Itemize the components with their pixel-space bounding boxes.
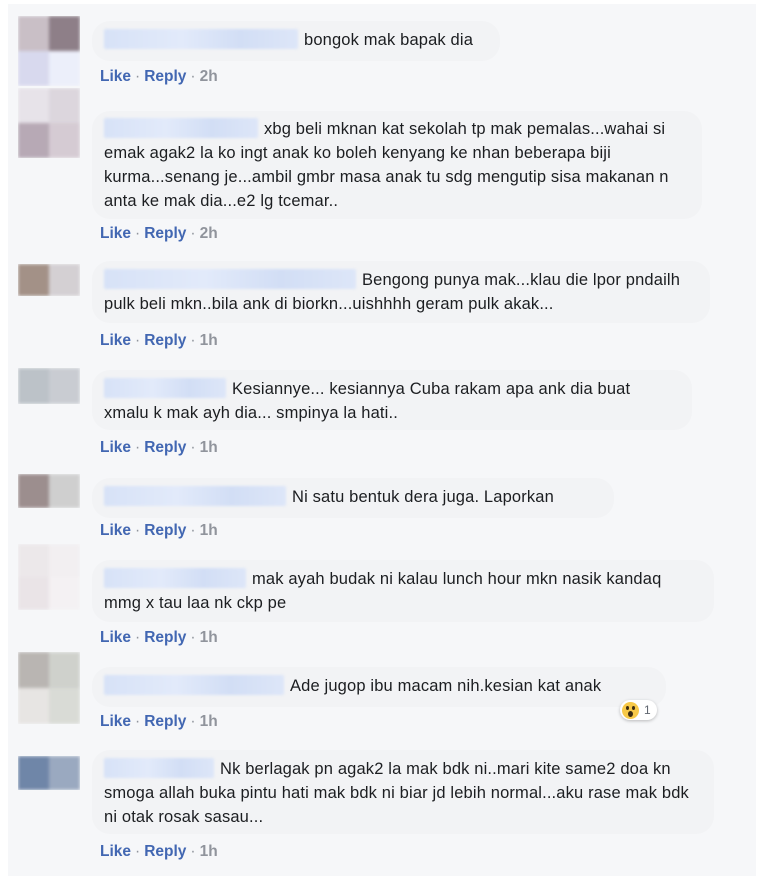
like-link[interactable]: Like: [100, 522, 131, 539]
timestamp[interactable]: 2h: [200, 225, 218, 242]
comment-bubble: xbg beli mknan kat sekolah tp mak pemala…: [92, 111, 702, 219]
comment-bubble: mak ayah budak ni kalau lunch hour mkn n…: [92, 560, 714, 622]
separator-dot: ·: [135, 629, 141, 646]
commenter-name[interactable]: [104, 378, 226, 398]
like-link[interactable]: Like: [100, 332, 131, 349]
avatar[interactable]: [18, 544, 80, 610]
like-link[interactable]: Like: [100, 225, 131, 242]
reply-link[interactable]: Reply: [144, 225, 186, 242]
separator-dot: ·: [190, 713, 196, 730]
separator-dot: ·: [190, 332, 196, 349]
avatar[interactable]: [18, 264, 80, 296]
avatar[interactable]: [18, 16, 80, 86]
timestamp[interactable]: 1h: [200, 332, 218, 349]
separator-dot: ·: [135, 68, 141, 85]
timestamp[interactable]: 1h: [200, 629, 218, 646]
separator-dot: ·: [135, 332, 141, 349]
avatar[interactable]: [18, 756, 80, 790]
comment-text: Ni satu bentuk dera juga. Laporkan: [292, 488, 554, 506]
comments-pane: bongok mak bapak dia Like · Reply · 2h xbg b…: [8, 4, 756, 876]
comment-actions: Like · Reply · 2h: [100, 225, 218, 243]
comment-actions: Like · Reply · 2h: [100, 68, 218, 86]
commenter-name[interactable]: [104, 568, 246, 588]
like-link[interactable]: Like: [100, 629, 131, 646]
comment-actions: Like · Reply · 1h: [100, 843, 218, 861]
separator-dot: ·: [135, 522, 141, 539]
commenter-name[interactable]: [104, 675, 284, 695]
commenter-name[interactable]: [104, 486, 286, 506]
comment-text: bongok mak bapak dia: [304, 31, 474, 49]
comment-bubble: bongok mak bapak dia: [92, 21, 500, 61]
reply-link[interactable]: Reply: [144, 439, 186, 456]
avatar[interactable]: [18, 652, 80, 724]
separator-dot: ·: [135, 225, 141, 242]
reply-link[interactable]: Reply: [144, 68, 186, 85]
avatar[interactable]: [18, 368, 80, 404]
comment-actions: Like · Reply · 1h: [100, 629, 218, 647]
comment-bubble: Nk berlagak pn agak2 la mak bdk ni..mari…: [92, 750, 714, 834]
separator-dot: ·: [135, 439, 141, 456]
reply-link[interactable]: Reply: [144, 522, 186, 539]
reply-link[interactable]: Reply: [144, 713, 186, 730]
avatar[interactable]: [18, 474, 80, 508]
reaction-count: 1: [644, 703, 651, 717]
comment-bubble: Ade jugop ibu macam nih.kesian kat anak: [92, 667, 666, 707]
like-link[interactable]: Like: [100, 68, 131, 85]
separator-dot: ·: [190, 843, 196, 860]
timestamp[interactable]: 2h: [200, 68, 218, 85]
comment-bubble: Bengong punya mak...klau die lpor pndail…: [92, 261, 710, 323]
timestamp[interactable]: 1h: [200, 439, 218, 456]
reply-link[interactable]: Reply: [144, 629, 186, 646]
commenter-name[interactable]: [104, 29, 298, 49]
screenshot: bongok mak bapak dia Like · Reply · 2h xbg b…: [0, 0, 768, 882]
comment-text: Ade jugop ibu macam nih.kesian kat anak: [290, 677, 602, 695]
separator-dot: ·: [135, 713, 141, 730]
commenter-name[interactable]: [104, 758, 214, 778]
comment-actions: Like · Reply · 1h: [100, 332, 218, 350]
comment-bubble: Ni satu bentuk dera juga. Laporkan: [92, 478, 614, 518]
separator-dot: ·: [190, 439, 196, 456]
comment-actions: Like · Reply · 1h: [100, 713, 218, 731]
comment-actions: Like · Reply · 1h: [100, 522, 218, 540]
timestamp[interactable]: 1h: [200, 843, 218, 860]
like-link[interactable]: Like: [100, 713, 131, 730]
commenter-name[interactable]: [104, 269, 356, 289]
timestamp[interactable]: 1h: [200, 713, 218, 730]
comment-actions: Like · Reply · 1h: [100, 439, 218, 457]
separator-dot: ·: [190, 225, 196, 242]
like-link[interactable]: Like: [100, 843, 131, 860]
reply-link[interactable]: Reply: [144, 843, 186, 860]
separator-dot: ·: [190, 629, 196, 646]
like-link[interactable]: Like: [100, 439, 131, 456]
avatar[interactable]: [18, 88, 80, 158]
commenter-name[interactable]: [104, 118, 258, 138]
separator-dot: ·: [190, 522, 196, 539]
reaction-badge[interactable]: 1: [620, 700, 657, 720]
comment-bubble: Kesiannye... kesiannya Cuba rakam apa an…: [92, 370, 692, 430]
reply-link[interactable]: Reply: [144, 332, 186, 349]
wow-reaction-icon: [622, 701, 639, 719]
separator-dot: ·: [190, 68, 196, 85]
timestamp[interactable]: 1h: [200, 522, 218, 539]
separator-dot: ·: [135, 843, 141, 860]
